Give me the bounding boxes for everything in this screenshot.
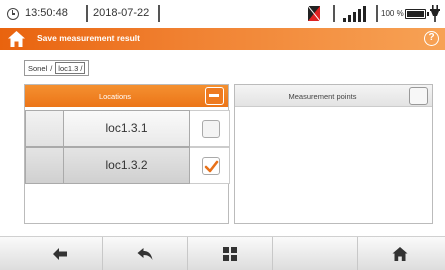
locations-header-title: Locations — [98, 92, 132, 101]
location-name[interactable]: loc1.3.2 — [64, 147, 190, 184]
battery-percent: 100 % — [381, 9, 404, 18]
location-row-handle[interactable] — [25, 110, 64, 147]
measurement-points-panel: Measurement points — [234, 84, 433, 224]
home-icon — [392, 247, 408, 261]
measurement-points-header: Measurement points — [235, 85, 432, 107]
menu-grid-button[interactable] — [187, 237, 272, 270]
location-row[interactable]: loc1.3.2 — [25, 147, 230, 184]
arrow-left-icon — [52, 248, 67, 260]
clock-icon — [7, 8, 19, 20]
location-row[interactable]: loc1.3.1 — [25, 110, 230, 147]
checkmark-icon — [204, 160, 219, 173]
breadcrumb-item-root[interactable]: Sonel — [28, 64, 47, 73]
location-check-cell[interactable] — [190, 147, 230, 184]
status-date: 2018-07-22 — [93, 7, 150, 19]
status-separator — [376, 5, 378, 22]
measurement-points-header-title: Measurement points — [288, 92, 357, 101]
signal-icon — [343, 5, 373, 22]
status-separator — [86, 5, 88, 22]
status-time: 13:50:48 — [25, 7, 68, 19]
back-button[interactable] — [17, 237, 102, 270]
breadcrumb: Sonel / loc1.3 / — [24, 60, 90, 76]
status-bar: 13:50:48 2018-07-22 100 % — [0, 0, 445, 28]
battery-icon — [405, 9, 429, 19]
home-icon — [8, 31, 25, 47]
undo-button[interactable] — [102, 237, 187, 270]
breadcrumb-item-current[interactable]: loc1.3 / — [55, 62, 86, 74]
locations-panel: Locations loc1.3.1 loc1.3.2 — [24, 84, 230, 224]
deselect-all-button[interactable] — [205, 87, 224, 105]
locations-header: Locations — [25, 85, 228, 107]
help-icon[interactable]: ? — [424, 31, 439, 46]
bottom-toolbar — [0, 236, 445, 270]
location-row-handle[interactable] — [25, 147, 64, 184]
location-checkbox[interactable] — [202, 120, 220, 138]
breadcrumb-separator: / — [50, 63, 53, 73]
status-separator — [333, 5, 335, 22]
location-check-cell[interactable] — [190, 110, 230, 147]
page-title: Save measurement result — [37, 33, 140, 43]
status-separator — [158, 5, 160, 22]
sd-card-icon — [308, 6, 320, 21]
location-name[interactable]: loc1.3.1 — [64, 110, 190, 147]
charging-plug-icon — [430, 5, 440, 22]
empty-toolbar-slot — [272, 237, 357, 270]
select-all-points-checkbox[interactable] — [409, 87, 428, 105]
title-bar: Save measurement result ? — [0, 28, 445, 50]
location-checkbox[interactable] — [202, 157, 220, 175]
grid-icon — [223, 247, 237, 261]
home-button[interactable] — [357, 237, 442, 270]
undo-icon — [137, 248, 153, 260]
